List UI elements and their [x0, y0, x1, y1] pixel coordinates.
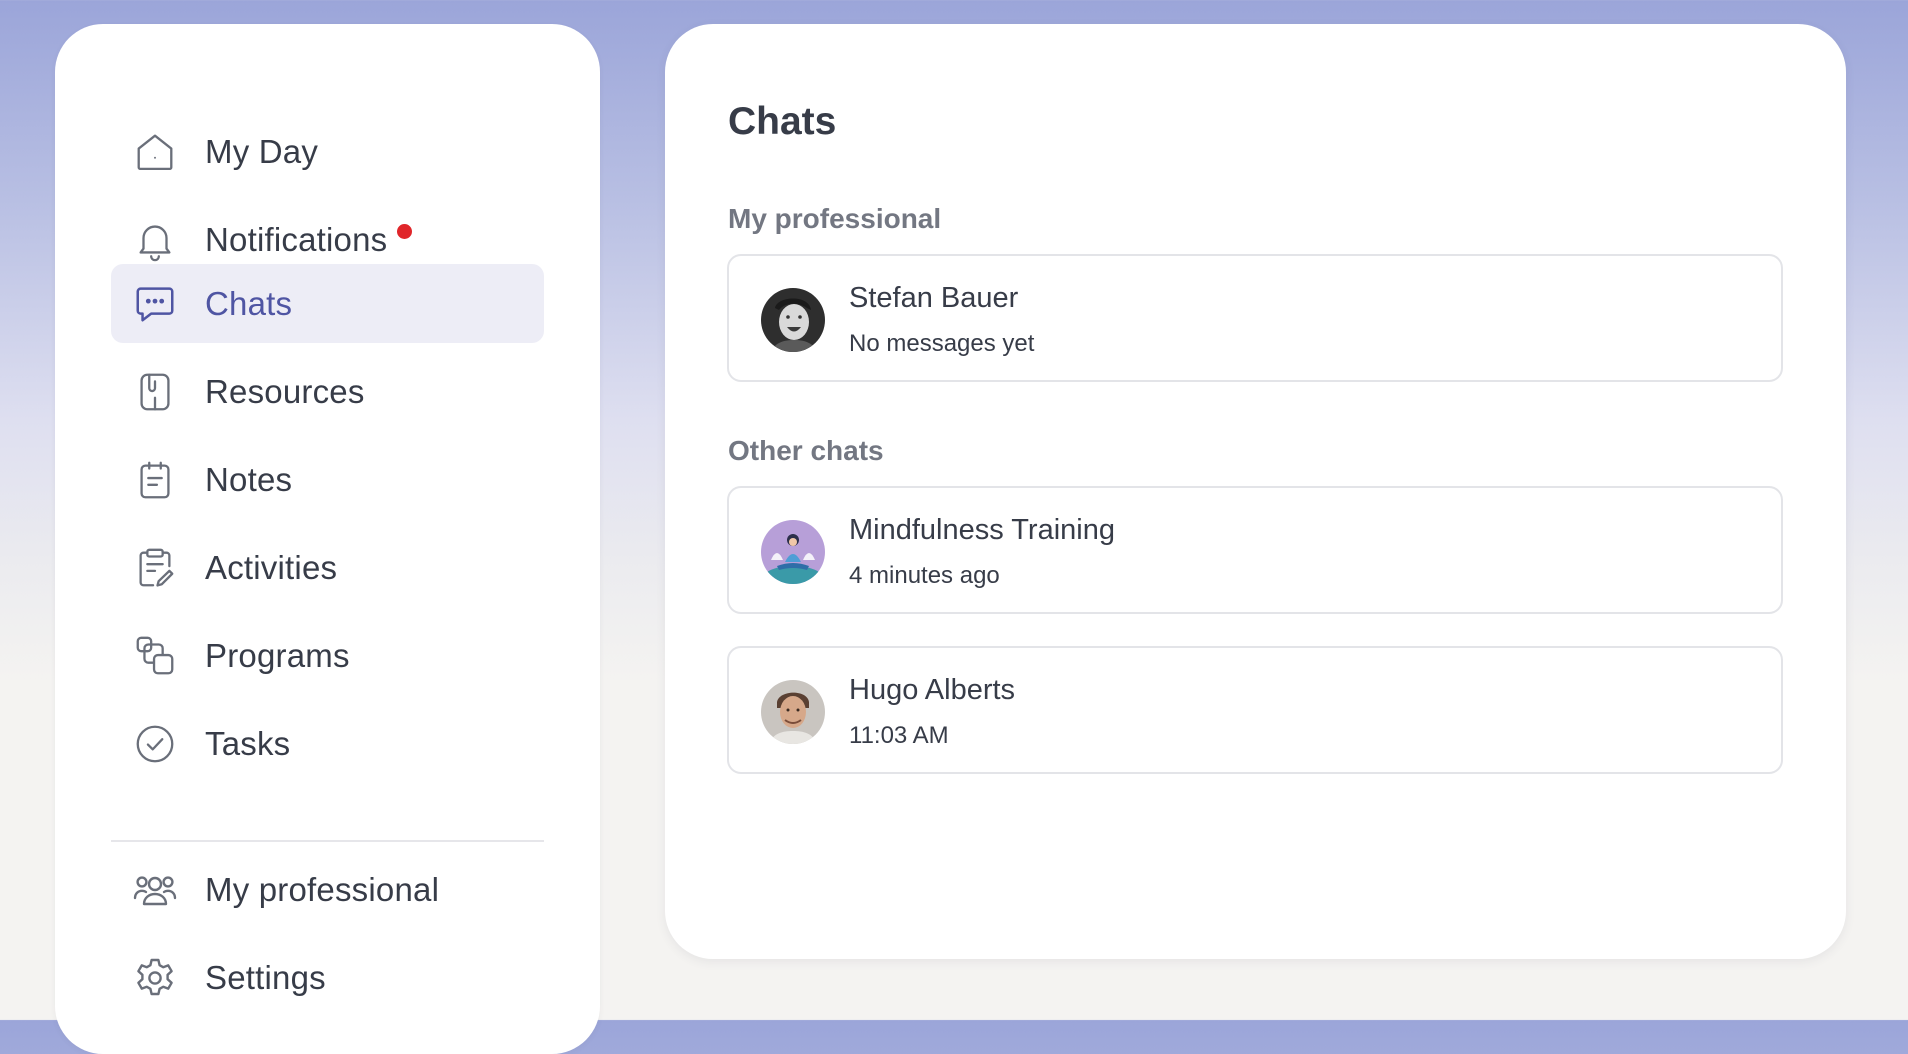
sidebar-item-programs[interactable]: Programs [111, 616, 544, 695]
sidebar-item-notes[interactable]: Notes [111, 440, 544, 519]
sidebar-item-activities[interactable]: Activities [111, 528, 544, 607]
sidebar-item-resources[interactable]: Resources [111, 352, 544, 431]
bell-icon [131, 216, 179, 264]
sidebar-item-label: My professional [205, 870, 440, 908]
sidebar-item-label: Activities [205, 548, 338, 586]
sidebar-item-label: Chats [205, 284, 293, 322]
sidebar-divider [111, 840, 544, 842]
chat-timestamp: 4 minutes ago [849, 562, 1000, 589]
page-title: Chats [728, 100, 837, 143]
avatar [761, 520, 825, 584]
sidebar-item-label: Settings [205, 958, 326, 996]
check-circle-icon [131, 720, 179, 768]
gear-icon [131, 954, 179, 1002]
avatar [761, 680, 825, 744]
avatar [761, 288, 825, 352]
sidebar-item-settings[interactable]: Settings [111, 938, 544, 1017]
chat-item-stefan-bauer[interactable]: Stefan Bauer No messages yet [727, 254, 1783, 382]
resources-icon [131, 368, 179, 416]
sidebar-item-label: Programs [205, 636, 350, 674]
sidebar-item-label: Tasks [205, 724, 291, 762]
chat-status: No messages yet [849, 330, 1035, 357]
chat-item-mindfulness-training[interactable]: Mindfulness Training 4 minutes ago [727, 486, 1783, 614]
chat-name: Stefan Bauer [849, 282, 1019, 314]
programs-icon [131, 632, 179, 680]
sidebar-item-label: Notifications [205, 220, 388, 258]
sidebar-item-label: My Day [205, 132, 319, 170]
chat-name: Hugo Alberts [849, 674, 1016, 706]
users-icon [131, 866, 179, 914]
sidebar-item-my-day[interactable]: My Day [111, 112, 544, 191]
sidebar-item-label: Notes [205, 460, 293, 498]
sidebar-item-tasks[interactable]: Tasks [111, 704, 544, 783]
chat-timestamp: 11:03 AM [849, 722, 949, 749]
clipboard-edit-icon [131, 544, 179, 592]
section-title-my-professional: My professional [728, 203, 942, 234]
sidebar-item-my-professional[interactable]: My professional [111, 850, 544, 929]
section-title-other-chats: Other chats [728, 435, 884, 466]
notification-dot [397, 224, 413, 239]
notepad-icon [131, 456, 179, 504]
chat-item-hugo-alberts[interactable]: Hugo Alberts 11:03 AM [727, 646, 1783, 774]
sidebar: My Day Notifications Chats Resources Not… [55, 24, 600, 1054]
sidebar-item-chats[interactable]: Chats [111, 264, 544, 343]
chat-name: Mindfulness Training [849, 514, 1115, 546]
home-icon [131, 128, 179, 176]
chats-panel: Chats My professional Stefan Bauer No me… [665, 24, 1846, 959]
chat-bubble-icon [131, 280, 179, 328]
sidebar-item-label: Resources [205, 372, 365, 410]
